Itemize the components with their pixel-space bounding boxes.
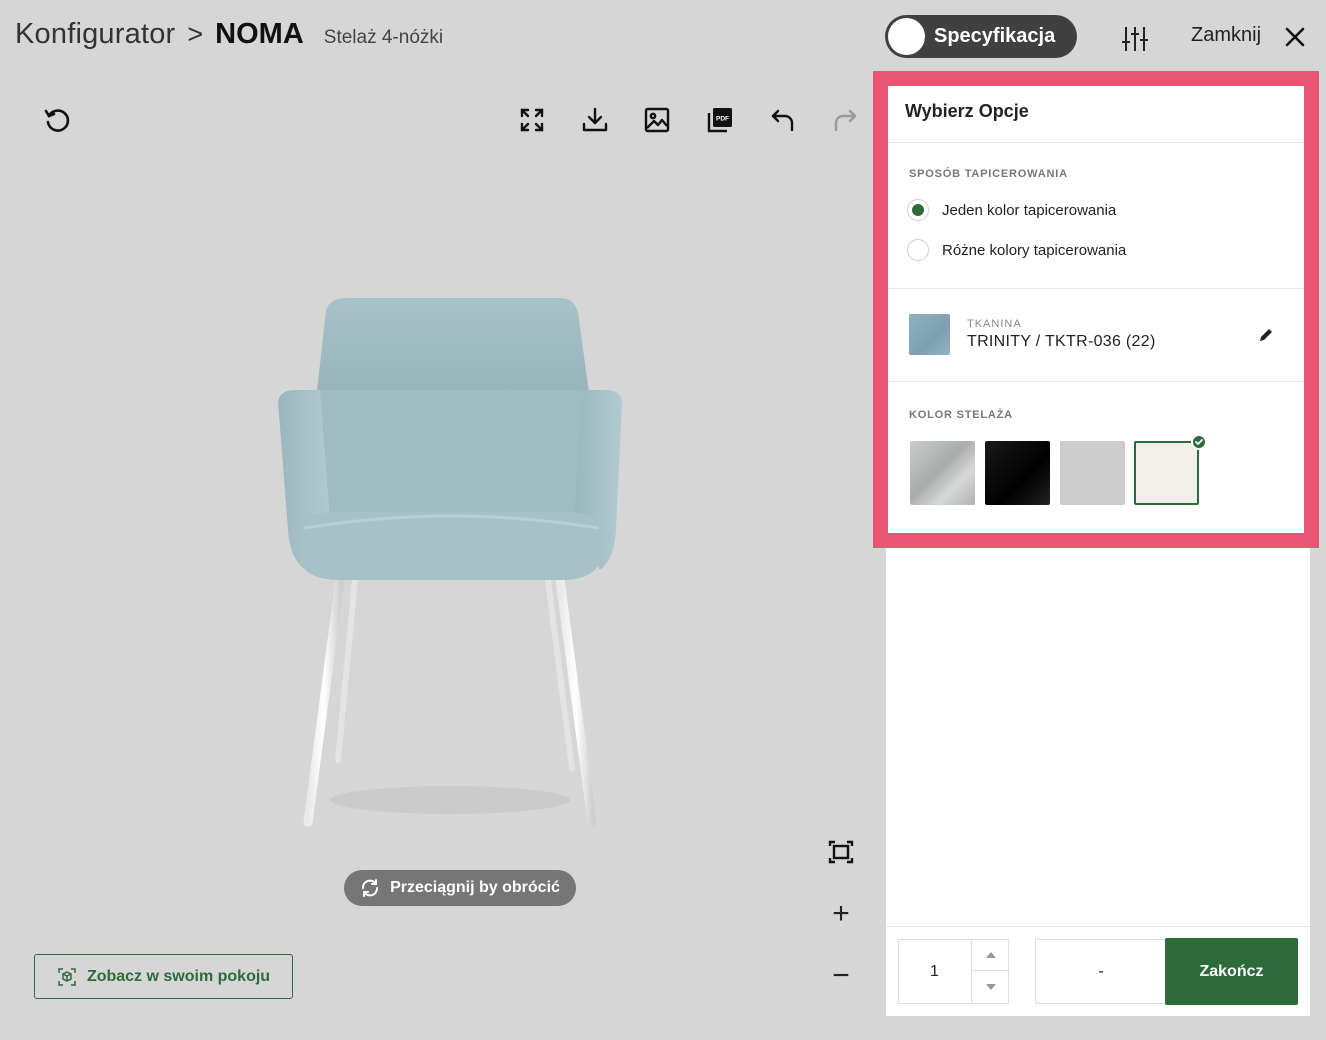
page-subtitle: Stelaż 4-nóżki bbox=[323, 27, 444, 48]
view-in-room-label: Zobacz w swoim pokoju bbox=[86, 967, 271, 985]
frame-swatch-white[interactable] bbox=[1134, 441, 1199, 505]
quantity-decrease-button[interactable] bbox=[972, 971, 1010, 1003]
toggle-knob bbox=[888, 18, 925, 55]
frame-color-section-label: KOLOR STELAŻA bbox=[909, 409, 1013, 421]
close-label[interactable]: Zamknij bbox=[1191, 24, 1261, 47]
selected-check-icon bbox=[1191, 434, 1207, 450]
breadcrumb-separator: > bbox=[187, 19, 204, 49]
specification-toggle[interactable]: Specyfikacja bbox=[885, 15, 1077, 58]
caret-up-icon bbox=[986, 951, 996, 958]
ar-cube-icon bbox=[57, 967, 77, 987]
fullscreen-icon bbox=[520, 108, 544, 132]
svg-text:PDF: PDF bbox=[716, 116, 729, 123]
image-export-button[interactable] bbox=[641, 104, 673, 136]
view-in-room-button[interactable]: Zobacz w swoim pokoju bbox=[34, 954, 293, 999]
close-icon bbox=[1285, 27, 1305, 47]
frame-swatch-chrome[interactable] bbox=[910, 441, 975, 505]
product-3d-view[interactable] bbox=[260, 290, 640, 850]
page-title: NOMA bbox=[215, 18, 304, 50]
image-icon bbox=[644, 107, 670, 133]
pdf-export-button[interactable]: PDF bbox=[704, 104, 736, 136]
upholstery-section-label: SPOSÓB TAPICEROWANIA bbox=[909, 168, 1068, 180]
edit-fabric-button[interactable] bbox=[1256, 325, 1276, 345]
undo-button[interactable] bbox=[767, 104, 799, 136]
upholstery-option-label: Jeden kolor tapicerowania bbox=[942, 201, 1117, 219]
fit-view-button[interactable] bbox=[824, 835, 858, 869]
download-button[interactable] bbox=[579, 104, 611, 136]
divider bbox=[888, 288, 1304, 289]
quantity-input[interactable] bbox=[898, 939, 971, 1004]
frame-swatch-black[interactable] bbox=[985, 441, 1050, 505]
upholstery-option-multi[interactable]: Różne kolory tapicerowania bbox=[907, 239, 1126, 261]
finish-button[interactable]: Zakończ bbox=[1165, 938, 1298, 1005]
panel-title: Wybierz Opcje bbox=[905, 101, 1029, 121]
pencil-icon bbox=[1260, 329, 1272, 341]
reset-view-icon bbox=[44, 109, 70, 132]
quantity-increase-button[interactable] bbox=[972, 939, 1010, 971]
divider bbox=[888, 381, 1304, 382]
undo-icon bbox=[771, 109, 794, 132]
close-button[interactable] bbox=[1282, 24, 1308, 50]
price-display: - bbox=[1035, 939, 1166, 1004]
fabric-swatch[interactable] bbox=[909, 314, 950, 355]
fullscreen-button[interactable] bbox=[516, 104, 548, 136]
rotate-hint-label: Przeciągnij by obrócić bbox=[390, 879, 560, 896]
redo-button[interactable] bbox=[829, 104, 861, 136]
radio-unselected[interactable] bbox=[907, 239, 929, 261]
chair-image bbox=[278, 298, 622, 827]
pdf-icon: PDF bbox=[707, 108, 732, 133]
rotate-icon bbox=[360, 878, 380, 898]
sliders-icon bbox=[1122, 27, 1148, 51]
upholstery-option-single[interactable]: Jeden kolor tapicerowania bbox=[907, 199, 1116, 221]
breadcrumb-konfigurator[interactable]: Konfigurator bbox=[15, 18, 175, 51]
settings-sliders-button[interactable] bbox=[1118, 22, 1152, 56]
zoom-in-button[interactable]: + bbox=[824, 897, 858, 931]
frame-swatch-grey[interactable] bbox=[1060, 441, 1125, 505]
fabric-name: TRINITY / TKTR-036 (22) bbox=[967, 333, 1156, 350]
upholstery-option-label: Różne kolory tapicerowania bbox=[942, 241, 1127, 259]
fit-view-icon bbox=[828, 840, 854, 864]
breadcrumb: Konfigurator > NOMA Stelaż 4-nóżki bbox=[15, 18, 443, 51]
rotate-hint: Przeciągnij by obrócić bbox=[344, 870, 576, 906]
divider bbox=[888, 142, 1304, 143]
radio-selected[interactable] bbox=[907, 199, 929, 221]
fabric-section-label: TKANINA bbox=[967, 318, 1022, 330]
redo-icon bbox=[834, 109, 857, 132]
caret-down-icon bbox=[986, 984, 996, 990]
zoom-out-button[interactable]: − bbox=[824, 959, 858, 993]
reset-view-button[interactable] bbox=[41, 104, 73, 136]
footer-divider bbox=[886, 926, 1310, 927]
quantity-stepper-controls bbox=[971, 939, 1010, 1004]
download-icon bbox=[582, 107, 608, 132]
specification-toggle-label: Specyfikacja bbox=[934, 25, 1056, 47]
